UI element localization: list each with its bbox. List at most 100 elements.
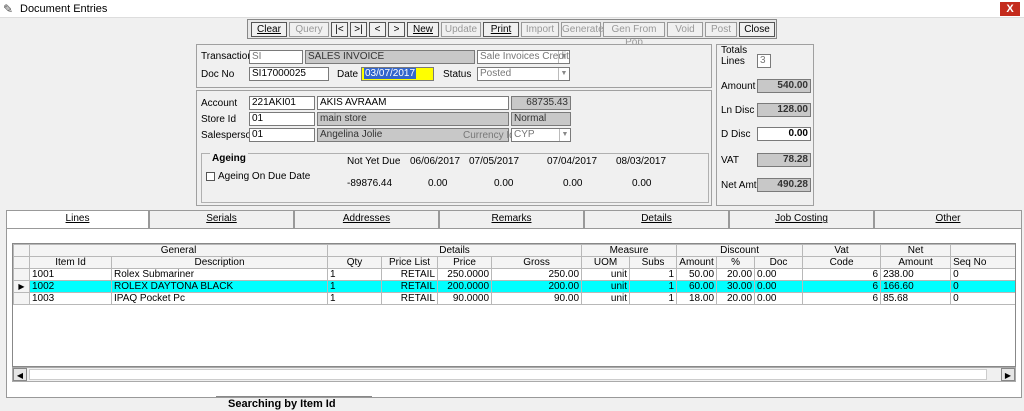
lines-grid[interactable]: General Details Measure Discount Vat Net… — [12, 243, 1016, 367]
doc-discount-field[interactable]: 0.00 — [757, 127, 811, 141]
grid-cell--[interactable]: 20.00 — [716, 292, 756, 305]
grid-cell-qty[interactable]: 1 — [327, 292, 383, 305]
grid-cell-gross[interactable]: 200.00 — [491, 280, 583, 293]
docno-field[interactable]: SI17000025 — [249, 67, 329, 81]
tab-serials[interactable]: Serials — [149, 210, 294, 228]
grid-cell-uom[interactable]: unit — [581, 268, 631, 281]
table-row[interactable]: 1001 Rolex Submariner 1 RETAIL 250.0000 250.0… — [13, 268, 1015, 281]
grid-cell-amount[interactable]: 50.00 — [676, 268, 718, 281]
scroll-right-arrow-icon[interactable]: ▶ — [1001, 368, 1015, 381]
table-row[interactable]: 1003 IPAQ Pocket Pc 1 RETAIL 90.0000 90.00 uni… — [13, 292, 1015, 305]
grid-cell-doc[interactable]: 0.00 — [754, 292, 804, 305]
col-net-amount[interactable]: Amount — [880, 256, 952, 269]
grid-cell-qty[interactable]: 1 — [327, 280, 383, 293]
window-close-button[interactable]: X — [1000, 2, 1020, 16]
grid-cell-uom[interactable]: unit — [581, 292, 631, 305]
row-selector[interactable]: ▶ — [13, 280, 30, 293]
tab-job-costing[interactable]: Job Costing — [729, 210, 874, 228]
grid-cell-subs[interactable]: 1 — [629, 292, 678, 305]
transaction-type-select[interactable]: Sale Invoices Credit ▼ — [477, 50, 570, 64]
status-select[interactable]: Posted ▼ — [477, 67, 570, 81]
grid-cell-seq-no[interactable]: 0 — [950, 280, 1015, 293]
grid-cell-uom[interactable]: unit — [581, 280, 631, 293]
void-button[interactable]: Void — [667, 22, 703, 37]
grid-cell-description[interactable]: IPAQ Pocket Pc — [110, 292, 329, 305]
col-disc-percent[interactable]: % — [716, 256, 756, 269]
col-gross[interactable]: Gross — [491, 256, 583, 269]
col-disc-amount[interactable]: Amount — [676, 256, 718, 269]
grid-cell-seq-no[interactable]: 0 — [950, 292, 1015, 305]
col-qty[interactable]: Qty — [327, 256, 383, 269]
grid-cell-description[interactable]: Rolex Submariner — [110, 268, 329, 281]
grid-cell-amount[interactable]: 238.00 — [880, 268, 952, 281]
scroll-left-arrow-icon[interactable]: ◀ — [13, 368, 27, 381]
row-selector[interactable] — [13, 268, 30, 281]
grid-cell-amount[interactable]: 85.68 — [880, 292, 952, 305]
table-row[interactable]: ▶ 1002 ROLEX DAYTONA BLACK 1 RETAIL 200.0000 2… — [13, 280, 1015, 293]
grid-cell-item-id[interactable]: 1001 — [29, 268, 112, 281]
tab-details[interactable]: Details — [584, 210, 729, 228]
col-subs[interactable]: Subs — [629, 256, 678, 269]
scrollbar-thumb[interactable] — [29, 369, 987, 380]
account-id-field[interactable]: 221AKI01 — [249, 96, 315, 110]
prev-record-button[interactable]: < — [369, 22, 386, 37]
col-price-list[interactable]: Price List — [381, 256, 439, 269]
store-id-field[interactable]: 01 — [249, 112, 315, 126]
close-button[interactable]: Close — [739, 22, 775, 37]
grid-cell-seq-no[interactable]: 0 — [950, 268, 1015, 281]
grid-cell-price-list[interactable]: RETAIL — [381, 292, 439, 305]
col-price[interactable]: Price — [437, 256, 493, 269]
tab-other[interactable]: Other — [874, 210, 1022, 228]
grid-cell-subs[interactable]: 1 — [629, 268, 678, 281]
col-vat-code[interactable]: Code — [802, 256, 882, 269]
generate-button[interactable]: Generate — [561, 22, 604, 37]
row-selector[interactable] — [13, 292, 30, 305]
query-button[interactable]: Query — [289, 22, 329, 37]
col-disc-doc[interactable]: Doc — [754, 256, 804, 269]
grid-cell-item-id[interactable]: 1003 — [29, 292, 112, 305]
col-item-id[interactable]: Item Id — [29, 256, 112, 269]
grid-cell-qty[interactable]: 1 — [327, 268, 383, 281]
account-name-field[interactable]: AKIS AVRAAM — [317, 96, 509, 110]
ageing-on-due-checkbox[interactable] — [206, 172, 215, 181]
import-button[interactable]: Import — [521, 22, 559, 37]
transaction-code-field[interactable]: SI — [249, 50, 303, 64]
clear-button[interactable]: Clear — [251, 22, 287, 37]
grid-cell-gross[interactable]: 250.00 — [491, 268, 583, 281]
new-button[interactable]: New — [407, 22, 439, 37]
post-button[interactable]: Post — [705, 22, 737, 37]
grid-cell-price-list[interactable]: RETAIL — [381, 280, 439, 293]
next-record-button[interactable]: > — [388, 22, 405, 37]
grid-cell-amount[interactable]: 166.60 — [880, 280, 952, 293]
print-button[interactable]: Print — [483, 22, 519, 37]
grid-cell-subs[interactable]: 1 — [629, 280, 678, 293]
grid-cell-code[interactable]: 6 — [802, 268, 882, 281]
col-description[interactable]: Description — [110, 256, 329, 269]
col-seq-no[interactable]: Seq No — [950, 256, 1015, 269]
tab-addresses[interactable]: Addresses — [294, 210, 439, 228]
grid-cell--[interactable]: 30.00 — [716, 280, 756, 293]
grid-cell-amount[interactable]: 60.00 — [676, 280, 718, 293]
grid-cell-doc[interactable]: 0.00 — [754, 280, 804, 293]
col-uom[interactable]: UOM — [581, 256, 631, 269]
currency-select[interactable]: CYP ▼ — [511, 128, 571, 142]
grid-cell-price[interactable]: 200.0000 — [437, 280, 493, 293]
salesperson-id-field[interactable]: 01 — [249, 128, 315, 142]
first-record-button[interactable]: |< — [331, 22, 348, 37]
last-record-button[interactable]: >| — [350, 22, 367, 37]
tab-remarks[interactable]: Remarks — [439, 210, 584, 228]
horizontal-scrollbar[interactable]: ◀ ▶ — [12, 367, 1016, 382]
grid-cell-description[interactable]: ROLEX DAYTONA BLACK — [110, 280, 329, 293]
grid-cell-code[interactable]: 6 — [802, 280, 882, 293]
grid-cell-gross[interactable]: 90.00 — [491, 292, 583, 305]
grid-cell-price[interactable]: 90.0000 — [437, 292, 493, 305]
tab-lines[interactable]: Lines — [6, 210, 149, 228]
date-field[interactable]: 03/07/2017 — [361, 67, 434, 81]
grid-cell-code[interactable]: 6 — [802, 292, 882, 305]
grid-cell--[interactable]: 20.00 — [716, 268, 756, 281]
grid-cell-amount[interactable]: 18.00 — [676, 292, 718, 305]
grid-cell-price-list[interactable]: RETAIL — [381, 268, 439, 281]
update-button[interactable]: Update — [441, 22, 481, 37]
grid-cell-item-id[interactable]: 1002 — [29, 280, 112, 293]
gen-from-pop-button[interactable]: Gen From Pop — [603, 22, 665, 48]
